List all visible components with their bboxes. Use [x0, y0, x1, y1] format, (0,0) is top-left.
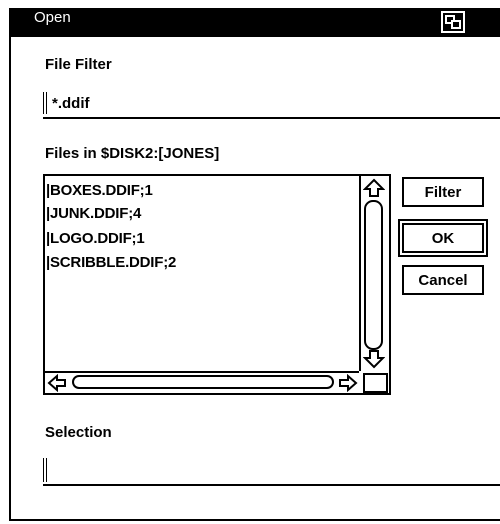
left-arrow-icon[interactable]: [47, 374, 67, 392]
title-bar[interactable]: [9, 8, 500, 37]
vertical-scroll-thumb[interactable]: [364, 200, 383, 350]
files-list-label: Files in $DISK2:[JONES]: [45, 145, 220, 162]
file-filter-label: File Filter: [45, 56, 112, 73]
window-menu-icon[interactable]: [441, 11, 465, 33]
filter-button[interactable]: Filter: [402, 177, 484, 207]
selection-input[interactable]: [43, 456, 500, 486]
right-arrow-icon[interactable]: [338, 374, 358, 392]
file-filter-input[interactable]: *.ddif: [43, 90, 500, 119]
up-arrow-icon[interactable]: [363, 178, 385, 198]
list-item[interactable]: |JUNK.DDIF;4: [46, 205, 141, 222]
text-cursor: [43, 92, 47, 114]
cancel-button[interactable]: Cancel: [402, 265, 484, 295]
text-cursor: [43, 458, 47, 482]
list-item[interactable]: |BOXES.DDIF;1: [46, 182, 153, 199]
window-title: Open: [34, 9, 71, 26]
horizontal-scroll-thumb[interactable]: [72, 375, 334, 389]
file-filter-value: *.ddif: [52, 95, 90, 112]
down-arrow-icon[interactable]: [363, 349, 385, 369]
ok-button[interactable]: OK: [402, 223, 484, 253]
selection-label: Selection: [45, 424, 112, 441]
list-item[interactable]: |LOGO.DDIF;1: [46, 230, 145, 247]
list-item[interactable]: |SCRIBBLE.DDIF;2: [46, 254, 176, 271]
scrollbar-corner: [363, 373, 388, 393]
